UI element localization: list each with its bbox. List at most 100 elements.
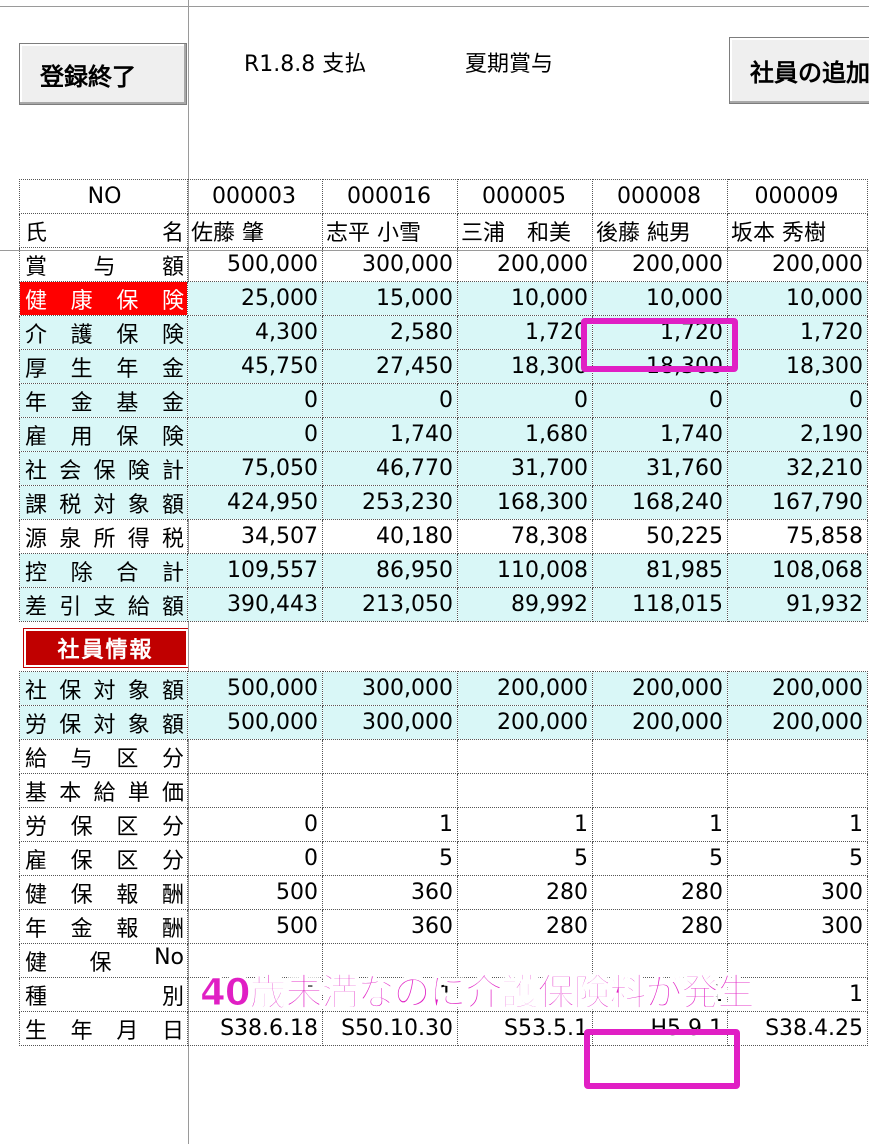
value-cell[interactable]	[592, 739, 728, 774]
value-cell[interactable]	[457, 739, 593, 774]
value-cell[interactable]: 1,680	[457, 417, 593, 452]
value-cell[interactable]: 40,180	[322, 519, 458, 554]
value-cell[interactable]: 31,700	[457, 451, 593, 486]
value-cell[interactable]	[322, 739, 458, 774]
value-cell[interactable]: 500,000	[187, 705, 323, 740]
value-cell[interactable]: 200,000	[727, 247, 868, 282]
value-cell[interactable]: 三浦 和美	[457, 213, 593, 248]
value-cell[interactable]: S38.4.25	[727, 1011, 868, 1046]
value-cell[interactable]: 5	[322, 841, 458, 876]
value-cell[interactable]: 後藤 純男	[592, 213, 728, 248]
value-cell[interactable]: 1,720	[457, 315, 593, 350]
value-cell[interactable]: 390,443	[187, 587, 323, 622]
value-cell[interactable]: 15,000	[322, 281, 458, 316]
value-cell[interactable]: 360	[322, 875, 458, 910]
value-cell[interactable]: 300,000	[322, 705, 458, 740]
value-cell[interactable]: 213,050	[322, 587, 458, 622]
value-cell[interactable]: 10,000	[727, 281, 868, 316]
value-cell[interactable]	[727, 739, 868, 774]
value-cell[interactable]: 500	[187, 875, 323, 910]
value-cell[interactable]: 2,580	[322, 315, 458, 350]
value-cell[interactable]: 280	[592, 909, 728, 944]
value-cell[interactable]: 1,720	[727, 315, 868, 350]
value-cell[interactable]: 32,210	[727, 451, 868, 486]
value-cell[interactable]: S50.10.30	[322, 1011, 458, 1046]
value-cell[interactable]: 168,240	[592, 485, 728, 520]
value-cell[interactable]: 75,858	[727, 519, 868, 554]
value-cell[interactable]: 200,000	[457, 705, 593, 740]
value-cell[interactable]: 000008	[592, 179, 728, 214]
value-cell[interactable]: 110,008	[457, 553, 593, 588]
value-cell[interactable]: 200,000	[592, 247, 728, 282]
value-cell[interactable]: 000016	[322, 179, 458, 214]
value-cell[interactable]: S53.5.1	[457, 1011, 593, 1046]
value-cell[interactable]: 5	[592, 841, 728, 876]
value-cell[interactable]: 佐藤 肇	[187, 213, 323, 248]
value-cell[interactable]: 0	[727, 383, 868, 418]
value-cell[interactable]: 10,000	[592, 281, 728, 316]
value-cell[interactable]: 300	[727, 909, 868, 944]
value-cell[interactable]: 109,557	[187, 553, 323, 588]
value-cell[interactable]: 500	[187, 909, 323, 944]
value-cell[interactable]: 000005	[457, 179, 593, 214]
value-cell[interactable]: 360	[322, 909, 458, 944]
value-cell[interactable]: 1	[457, 807, 593, 842]
value-cell[interactable]: 50,225	[592, 519, 728, 554]
value-cell[interactable]: 200,000	[727, 671, 868, 706]
value-cell[interactable]: 75,050	[187, 451, 323, 486]
value-cell[interactable]: 坂本 秀樹	[727, 213, 868, 248]
value-cell[interactable]: 300	[727, 875, 868, 910]
value-cell[interactable]: 1	[322, 807, 458, 842]
value-cell[interactable]	[592, 773, 728, 808]
value-cell[interactable]: 5	[457, 841, 593, 876]
value-cell[interactable]: 200,000	[457, 247, 593, 282]
value-cell[interactable]: 1,740	[322, 417, 458, 452]
value-cell[interactable]: 91,932	[727, 587, 868, 622]
value-cell[interactable]: 18,300	[727, 349, 868, 384]
value-cell[interactable]: 280	[457, 875, 593, 910]
value-cell[interactable]: 0	[592, 383, 728, 418]
value-cell[interactable]: 167,790	[727, 485, 868, 520]
value-cell[interactable]: 5	[727, 841, 868, 876]
value-cell[interactable]: 2,190	[727, 417, 868, 452]
value-cell[interactable]: 0	[187, 841, 323, 876]
value-cell[interactable]: 86,950	[322, 553, 458, 588]
value-cell[interactable]: 0	[187, 417, 323, 452]
value-cell[interactable]: 0	[187, 807, 323, 842]
value-cell[interactable]: S38.6.18	[187, 1011, 323, 1046]
value-cell[interactable]: 300,000	[322, 671, 458, 706]
value-cell[interactable]: 500,000	[187, 247, 323, 282]
value-cell[interactable]: 志平 小雪	[322, 213, 458, 248]
add-employee-button[interactable]: 社員の追加	[729, 37, 869, 104]
value-cell[interactable]: 18,300	[457, 349, 593, 384]
value-cell[interactable]	[187, 739, 323, 774]
value-cell[interactable]: 25,000	[187, 281, 323, 316]
value-cell[interactable]: 10,000	[457, 281, 593, 316]
value-cell[interactable]: 1,740	[592, 417, 728, 452]
value-cell[interactable]: 424,950	[187, 485, 323, 520]
value-cell[interactable]	[727, 773, 868, 808]
value-cell[interactable]: 4,300	[187, 315, 323, 350]
value-cell[interactable]: 89,992	[457, 587, 593, 622]
value-cell[interactable]: 81,985	[592, 553, 728, 588]
value-cell[interactable]: 300,000	[322, 247, 458, 282]
value-cell[interactable]: 168,300	[457, 485, 593, 520]
value-cell[interactable]: 200,000	[727, 705, 868, 740]
value-cell[interactable]: 280	[457, 909, 593, 944]
value-cell[interactable]: 34,507	[187, 519, 323, 554]
value-cell[interactable]: 108,068	[727, 553, 868, 588]
value-cell[interactable]: 1	[592, 807, 728, 842]
value-cell[interactable]: 000003	[187, 179, 323, 214]
value-cell[interactable]: 253,230	[322, 485, 458, 520]
value-cell[interactable]: 118,015	[592, 587, 728, 622]
value-cell[interactable]: 280	[592, 875, 728, 910]
finish-registration-button[interactable]: 登録終了	[19, 43, 187, 105]
value-cell[interactable]: 200,000	[592, 671, 728, 706]
value-cell[interactable]	[187, 773, 323, 808]
value-cell[interactable]: 000009	[727, 179, 868, 214]
value-cell[interactable]: 31,760	[592, 451, 728, 486]
value-cell[interactable]	[322, 773, 458, 808]
value-cell[interactable]: 46,770	[322, 451, 458, 486]
value-cell[interactable]: 27,450	[322, 349, 458, 384]
value-cell[interactable]	[457, 773, 593, 808]
